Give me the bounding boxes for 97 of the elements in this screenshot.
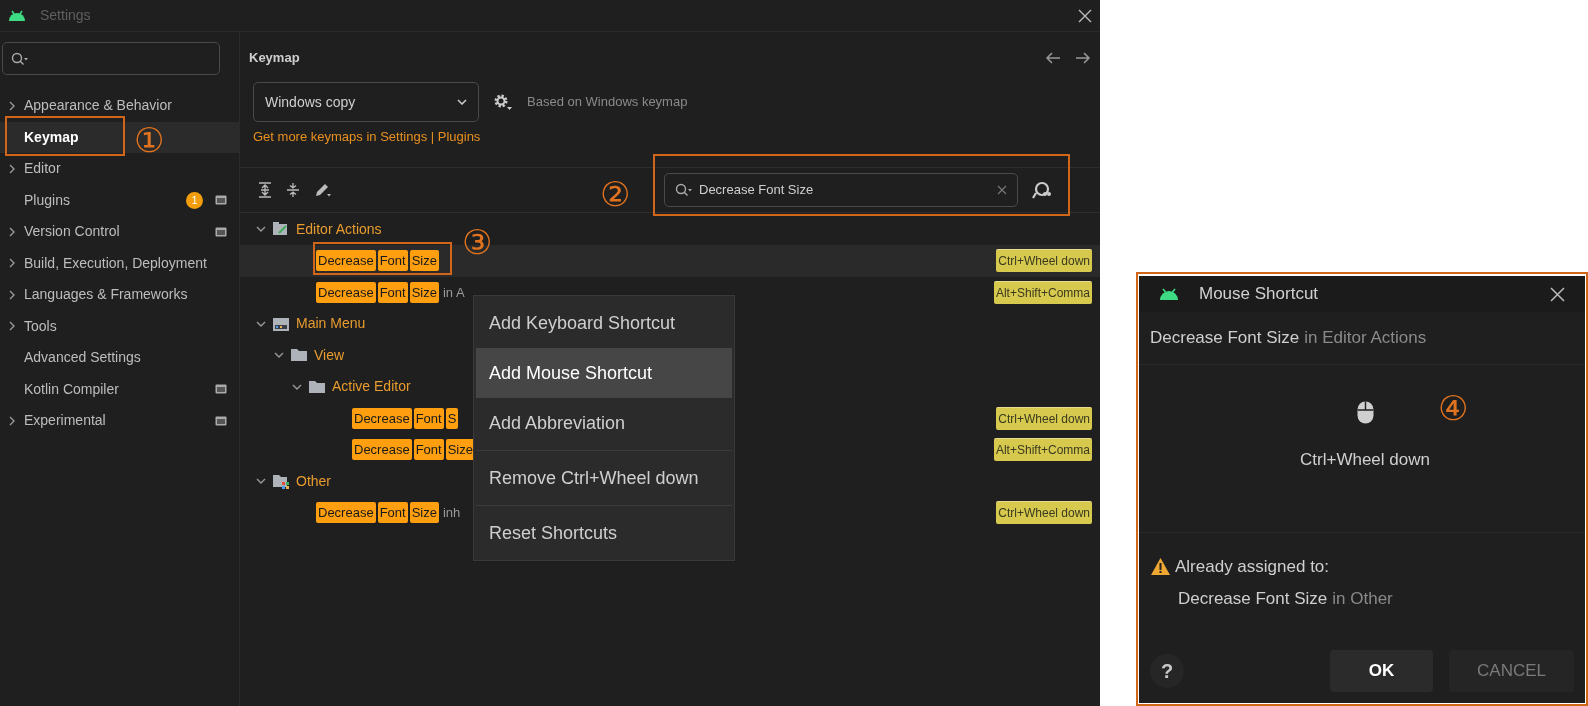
cancel-button[interactable]: CANCEL [1449,650,1574,692]
search-icon [11,51,29,66]
chevron-right-icon[interactable] [8,321,16,332]
search-icon [675,182,693,197]
sidebar-item[interactable]: Tools [24,315,57,337]
search-highlight[interactable]: Size [409,281,439,303]
android-icon [1159,288,1179,300]
shortcut-badge: Ctrl+Wheel down [996,501,1092,525]
close-icon[interactable] [1078,8,1092,23]
shortcut-badge: Ctrl+Wheel down [996,406,1092,430]
search-highlight[interactable]: Font [413,439,444,461]
chevron-right-icon[interactable] [8,415,16,426]
action-suffix: in A [442,283,465,302]
chevron-right-icon[interactable] [8,258,16,269]
ok-button[interactable]: OK [1330,650,1433,692]
clear-icon[interactable] [997,184,1007,195]
tree-group-label[interactable]: Editor Actions [296,218,382,240]
action-suffix: inh [442,504,461,522]
search-highlight[interactable]: Font [413,407,444,429]
sidebar-item[interactable]: Experimental [24,410,106,432]
keymap-dropdown[interactable]: Windows copy [253,82,479,122]
annotation-number: ② [600,174,631,214]
menu-item[interactable]: Reset Shortcuts [476,508,732,558]
pencil-icon[interactable] [314,181,332,198]
folder-icon [272,221,290,238]
chevron-right-icon[interactable] [8,226,16,237]
annotation-number: ① [134,120,165,160]
menu-item[interactable]: Add Keyboard Shortcut [476,298,732,348]
warning-text: Already assigned to: [1175,556,1330,578]
forward-arrow-icon[interactable] [1075,52,1091,64]
sidebar-item[interactable]: Languages & Frameworks [24,284,188,306]
shortcut-badge: Ctrl+Wheel down [996,249,1092,273]
count-badge: 1 [186,191,203,209]
chevron-down-icon[interactable] [274,351,284,360]
search-highlight[interactable]: Decrease [316,250,376,272]
gear-icon[interactable] [493,93,513,111]
shortcut-badge: Alt+Shift+Comma [993,438,1092,462]
chevron-right-icon[interactable] [8,163,16,174]
chevron-down-icon[interactable] [256,477,266,486]
dialog-title: Mouse Shortcut [1199,283,1319,306]
shortcut-label: Ctrl+Wheel down [1300,449,1430,471]
folder-icon [290,347,308,364]
warning-icon [1150,557,1171,577]
collapse-all-icon[interactable] [286,181,300,198]
sidebar-item[interactable]: Advanced Settings [24,347,141,369]
tree-group-label[interactable]: View [314,344,345,366]
sidebar-item[interactable]: Version Control [24,221,120,243]
find-shortcut-icon[interactable] [1032,180,1052,199]
folder-icon [272,473,290,490]
chevron-down-icon[interactable] [256,225,266,234]
sidebar-item[interactable]: Kotlin Compiler [24,378,119,400]
tree-group-label[interactable]: Other [296,470,331,492]
search-highlight[interactable]: Decrease [316,281,376,303]
menu-item[interactable]: Add Abbreviation [476,398,732,448]
search-highlight[interactable]: Font [377,281,408,303]
search-highlight[interactable]: Size [445,439,475,461]
sidebar-item[interactable]: Keymap [24,126,79,148]
search-highlight[interactable]: Font [377,502,408,524]
chevron-right-icon[interactable] [8,289,16,300]
expand-all-icon[interactable] [258,181,272,198]
conflict-label: Decrease Font Size in Other [1178,587,1394,610]
tree-group-label[interactable]: Main Menu [296,313,366,335]
window-title: Settings [40,6,91,25]
sidebar-item[interactable]: Appearance & Behavior [24,95,172,117]
sidebar-item[interactable]: Editor [24,158,61,180]
menu-icon [272,315,290,332]
folder-icon [308,378,326,395]
chevron-right-icon[interactable] [8,100,16,111]
search-highlight[interactable]: Font [377,250,408,272]
close-icon[interactable] [1550,286,1565,302]
menu-item[interactable]: Add Mouse Shortcut [476,348,732,398]
search-highlight[interactable]: Decrease [316,502,376,524]
chevron-down-icon[interactable] [292,382,302,391]
help-button[interactable]: ? [1150,654,1184,688]
sidebar-item[interactable]: Plugins [24,189,70,211]
search-highlight[interactable]: Size [409,502,439,524]
mouse-icon [1356,401,1374,424]
based-on-label: Based on Windows keymap [527,93,688,112]
search-highlight[interactable]: Size [409,250,439,272]
plugins-link[interactable]: Get more keymaps in Settings | Plugins [253,127,481,147]
chevron-down-icon [457,99,467,105]
tree-group-label[interactable]: Active Editor [332,376,411,398]
chevron-down-icon[interactable] [256,319,266,328]
back-arrow-icon[interactable] [1045,52,1061,64]
search-field[interactable] [2,42,220,75]
page-title: Keymap [249,49,300,68]
search-highlight[interactable]: S [445,407,459,429]
search-field[interactable]: Decrease Font Size [664,172,1018,207]
menu-item[interactable]: Remove Ctrl+Wheel down [476,453,732,503]
annotation-number: ③ [462,222,493,262]
sidebar-item[interactable]: Build, Execution, Deployment [24,252,207,274]
action-label: Decrease Font Size in Editor Actions [1139,312,1585,365]
annotation-number: ④ [1438,388,1469,428]
search-highlight[interactable]: Decrease [352,407,412,429]
android-icon [8,10,26,21]
search-highlight[interactable]: Decrease [352,439,412,461]
shortcut-badge: Alt+Shift+Comma [993,280,1092,304]
